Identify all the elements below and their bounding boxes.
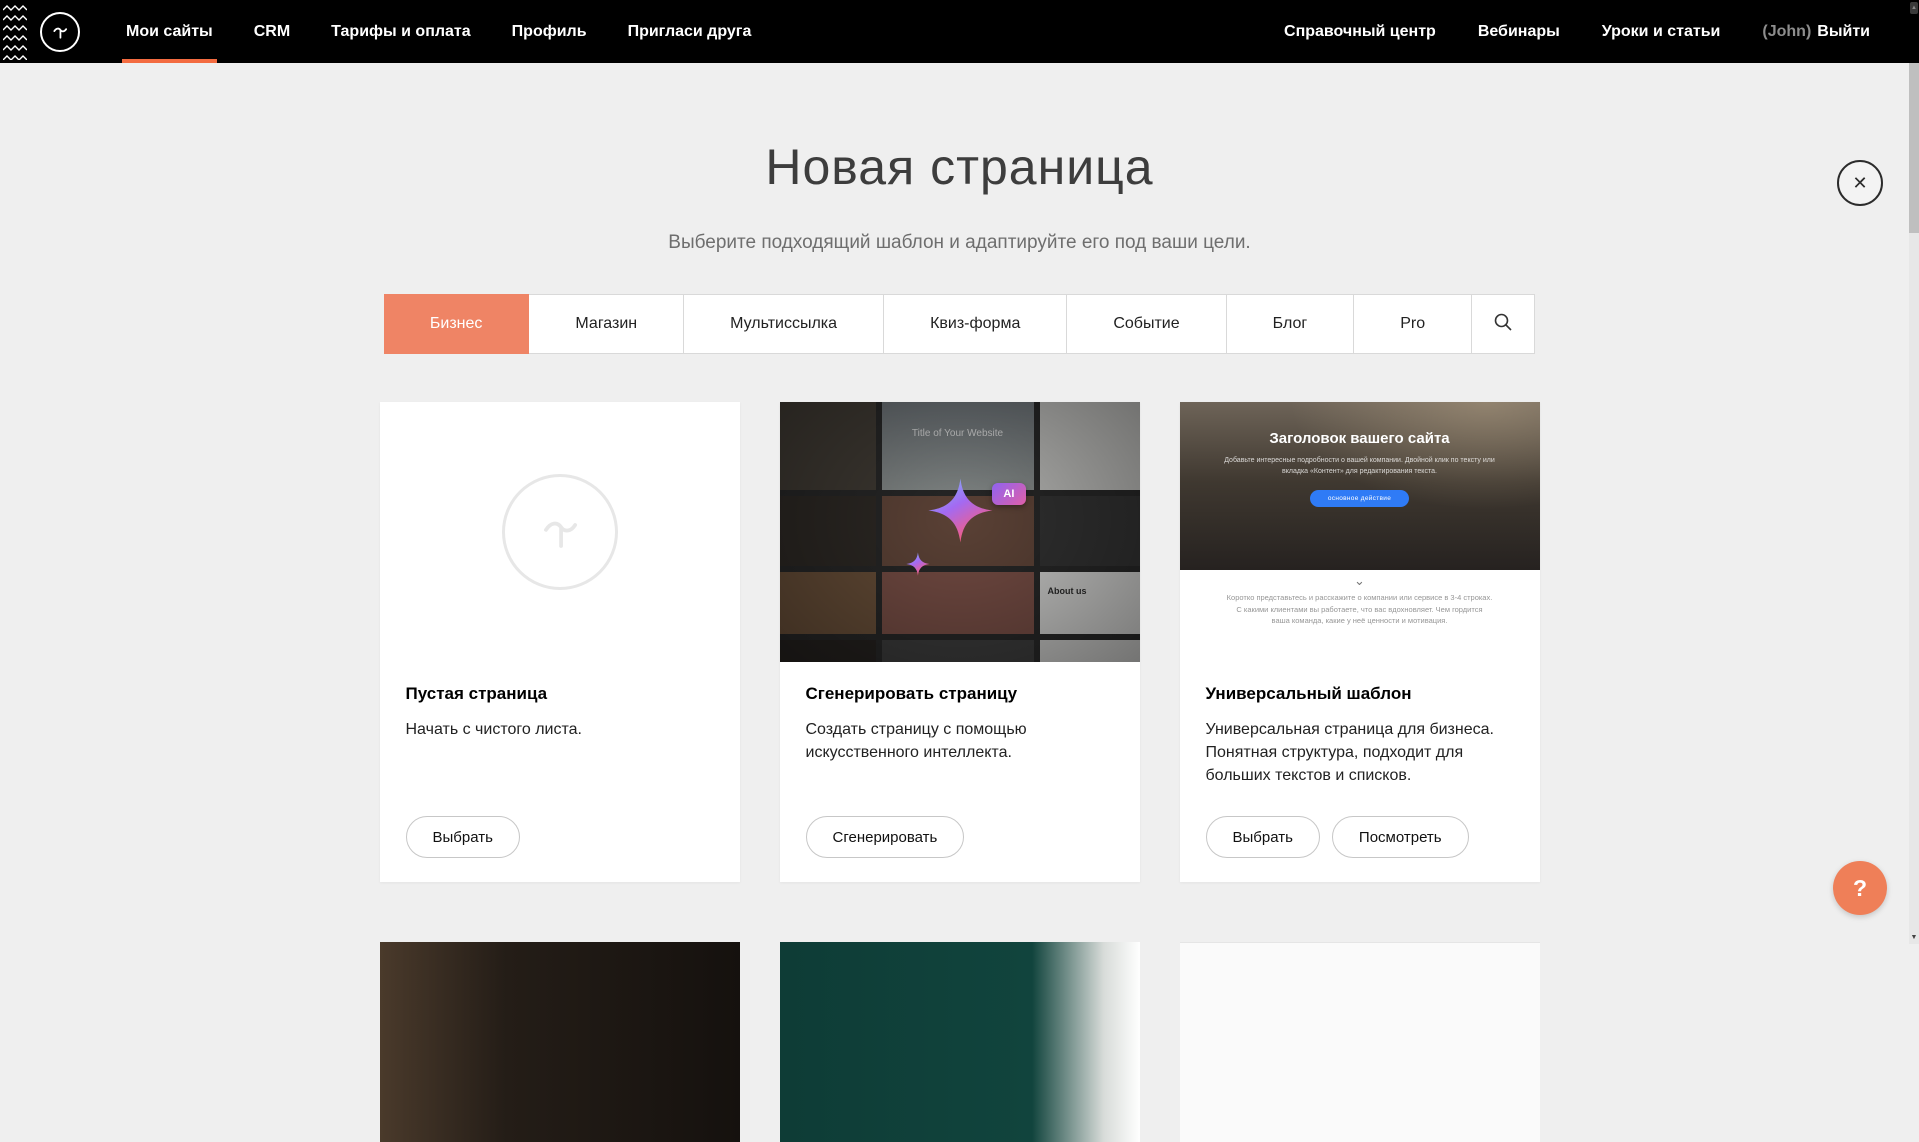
card-description: Начать с чистого листа. [406,718,714,741]
card-description: Универсальная страница для бизнеса. Поня… [1206,718,1514,788]
card-description: Создать страницу с помощью искусственног… [806,718,1114,764]
template-category-tabs: Бизнес Магазин Мультиссылка Квиз-форма С… [384,294,1535,354]
template-grid-row2 [0,942,1919,1142]
main-nav: Мои сайты CRM Тарифы и оплата Профиль Пр… [122,0,788,63]
nav-item-help-center[interactable]: Справочный центр [1280,23,1440,41]
template-card-partial[interactable] [380,942,740,1142]
zigzag-pattern-icon [0,0,30,63]
view-button[interactable]: Посмотреть [1332,816,1469,858]
card-title: Сгенерировать страницу [806,684,1114,704]
nav-item-lessons[interactable]: Уроки и статьи [1598,23,1725,41]
blank-template-preview [380,402,740,662]
template-card-partial[interactable] [780,942,1140,1142]
logout-label: Выйти [1817,23,1870,41]
template-card-partial[interactable] [1180,942,1540,1142]
ai-template-preview: Title of Your Website About us [780,402,1140,662]
search-tab[interactable] [1472,295,1534,353]
preview-body-text: Коротко представьтесь и расскажите о ком… [1226,592,1492,627]
generate-button[interactable]: Сгенерировать [806,816,965,858]
nav-item-invite-friend[interactable]: Пригласи друга [624,0,756,63]
tab-pro[interactable]: Pro [1354,295,1472,353]
scroll-up-icon[interactable]: ▲ [1910,2,1918,14]
preview-hero: Заголовок вашего сайта Добавьте интересн… [1180,402,1540,570]
nav-item-crm[interactable]: CRM [250,0,294,63]
tilda-logo[interactable] [40,12,80,52]
nav-item-profile[interactable]: Профиль [508,0,591,63]
ai-badge: AI [992,483,1026,505]
chevron-down-icon: ⌄ [1180,574,1540,587]
secondary-nav: Справочный центр Вебинары Уроки и статьи… [1246,0,1919,63]
tab-shop[interactable]: Магазин [529,295,684,353]
new-page-dialog: ✕ Новая страница Выберите подходящий шаб… [0,63,1919,1142]
tab-business[interactable]: Бизнес [384,294,530,354]
card-title: Универсальный шаблон [1206,684,1514,704]
card-title: Пустая страница [406,684,714,704]
preview-heading: Заголовок вашего сайта [1269,430,1449,447]
template-card-ai-generate: Title of Your Website About us [780,402,1140,882]
scrollbar-thumb[interactable] [1909,63,1919,233]
close-button[interactable]: ✕ [1837,160,1883,206]
top-navigation-bar: Мои сайты CRM Тарифы и оплата Профиль Пр… [0,0,1919,63]
universal-template-preview: Заголовок вашего сайта Добавьте интересн… [1180,402,1540,662]
page-subtitle: Выберите подходящий шаблон и адаптируйте… [0,232,1919,254]
page-title: Новая страница [0,138,1919,196]
template-card-blank: Пустая страница Начать с чистого листа. … [380,402,740,882]
tab-multilink[interactable]: Мультиссылка [684,295,884,353]
tab-quiz[interactable]: Квиз-форма [884,295,1067,353]
help-button[interactable]: ? [1833,861,1887,915]
preview-body-section: ⌄ Коротко представьтесь и расскажите о к… [1180,574,1540,662]
scroll-down-icon[interactable]: ▼ [1909,930,1919,944]
scrollbar[interactable]: ▲ ▼ [1909,0,1919,944]
nav-item-webinars[interactable]: Вебинары [1474,23,1564,41]
tab-blog[interactable]: Блог [1227,295,1355,353]
logout-link[interactable]: (John) Выйти [1758,23,1874,41]
user-name: (John) [1762,23,1811,41]
choose-button[interactable]: Выбрать [406,816,520,858]
template-grid: Пустая страница Начать с чистого листа. … [0,402,1919,882]
search-icon [1493,312,1513,337]
tilda-watermark-icon [502,474,618,590]
template-card-universal: Заголовок вашего сайта Добавьте интересн… [1180,402,1540,882]
nav-item-tariffs[interactable]: Тарифы и оплата [327,0,475,63]
preview-subheading: Добавьте интересные подробности о вашей … [1219,456,1500,478]
choose-button[interactable]: Выбрать [1206,816,1320,858]
tab-event[interactable]: Событие [1067,295,1226,353]
nav-item-my-sites[interactable]: Мои сайты [122,0,217,63]
preview-cta-button: основное действие [1310,490,1409,507]
